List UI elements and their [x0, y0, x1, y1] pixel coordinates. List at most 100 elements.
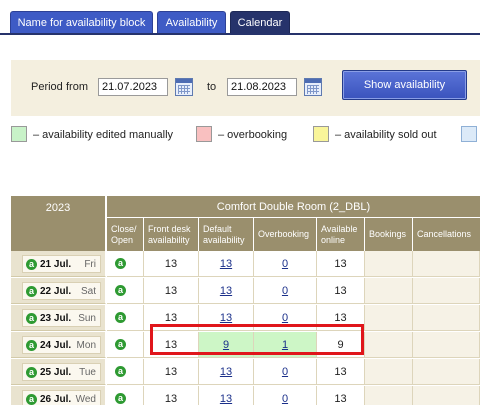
bookings-cell [365, 305, 413, 331]
col-header-line: Front desk [148, 223, 191, 234]
cancellations-cell [413, 251, 480, 277]
date-cell: a 21 Jul. Fri [11, 251, 106, 277]
close-open-cell: a [107, 359, 144, 385]
date-button[interactable]: a 24 Jul. Mon [22, 336, 101, 354]
online-cell: 13 [317, 251, 365, 277]
year-header: 2023 [11, 196, 106, 251]
col-header-line: availability [203, 234, 245, 245]
calendar-to-icon[interactable] [304, 78, 322, 96]
online-cell: 13 [317, 278, 365, 304]
online-cell: 9 [317, 332, 365, 358]
date-button[interactable]: a 22 Jul. Sat [22, 282, 101, 300]
overbooking-cell: 0 [254, 278, 317, 304]
period-label: Period [31, 81, 63, 93]
overbooking-link[interactable]: 0 [282, 312, 288, 324]
date-button[interactable]: a 26 Jul. Wed [22, 390, 101, 405]
open-status-toggle-icon[interactable]: a [115, 258, 126, 269]
tab-calendar[interactable]: Calendar [230, 11, 290, 34]
to-label: to [207, 81, 217, 93]
availability-status-icon: a [26, 285, 37, 297]
date-label: 25 Jul. [40, 366, 72, 378]
col-header-default: Default availability [199, 218, 254, 251]
front-desk-cell: 13 [144, 251, 199, 277]
cancellations-cell [413, 332, 480, 358]
date-label: 23 Jul. [40, 312, 72, 324]
tab-bar: Name for availability block Availability… [0, 0, 480, 36]
col-header-line: Bookings [369, 229, 407, 239]
default-link[interactable]: 13 [220, 312, 232, 324]
col-header-line: Open [111, 234, 134, 245]
legend-swatch-edited [11, 126, 27, 142]
legend-swatch-blue [461, 126, 477, 142]
open-status-toggle-icon[interactable]: a [115, 339, 126, 350]
date-to-input[interactable] [227, 78, 297, 96]
table-row: a 24 Jul. Mon a 13 9 1 9 [11, 332, 480, 359]
weekday-label: Wed [75, 393, 96, 405]
col-header-line: Cancellations [417, 229, 472, 239]
overbooking-link[interactable]: 0 [282, 393, 288, 405]
bookings-cell [365, 359, 413, 385]
table-row: a 21 Jul. Fri a 13 13 0 13 [11, 251, 480, 278]
date-cell: a 23 Jul. Sun [11, 305, 106, 331]
tab-availability-block-name[interactable]: Name for availability block [10, 11, 153, 34]
open-status-toggle-icon[interactable]: a [115, 312, 126, 323]
col-header-front-desk: Front desk availability [144, 218, 199, 251]
table-row: a 22 Jul. Sat a 13 13 0 13 [11, 278, 480, 305]
default-cell: 13 [199, 278, 254, 304]
front-desk-cell: 13 [144, 278, 199, 304]
weekday-label: Mon [76, 339, 96, 351]
overbooking-link[interactable]: 0 [282, 258, 288, 270]
cancellations-cell [413, 305, 480, 331]
calendar-from-icon[interactable] [175, 78, 193, 96]
overbooking-cell: 0 [254, 251, 317, 277]
availability-calendar-table: 2023 Comfort Double Room (2_DBL) Close/ … [11, 196, 480, 405]
availability-status-icon: a [26, 366, 37, 378]
open-status-toggle-icon[interactable]: a [115, 393, 126, 404]
online-cell: 13 [317, 305, 365, 331]
default-cell: 13 [199, 251, 254, 277]
open-status-toggle-icon[interactable]: a [115, 285, 126, 296]
date-cell: a 24 Jul. Mon [11, 332, 106, 358]
overbooking-cell: 1 [254, 332, 317, 358]
legend-label-sold-out: – availability sold out [335, 129, 437, 141]
default-link[interactable]: 13 [220, 285, 232, 297]
date-button[interactable]: a 21 Jul. Fri [22, 255, 101, 273]
show-availability-button[interactable]: Show availability [342, 70, 467, 100]
online-cell: 13 [317, 386, 365, 405]
col-header-line: Close/ [111, 223, 137, 234]
col-header-close-open: Close/ Open [107, 218, 144, 251]
tab-availability[interactable]: Availability [157, 11, 226, 34]
default-link[interactable]: 13 [220, 366, 232, 378]
table-row: a 25 Jul. Tue a 13 13 0 13 [11, 359, 480, 386]
col-header-overbooking: Overbooking [254, 218, 317, 251]
open-status-toggle-icon[interactable]: a [115, 366, 126, 377]
close-open-cell: a [107, 332, 144, 358]
col-header-line: Overbooking [258, 229, 310, 239]
front-desk-cell: 13 [144, 359, 199, 385]
table-row: a 23 Jul. Sun a 13 13 0 13 [11, 305, 480, 332]
date-cell: a 22 Jul. Sat [11, 278, 106, 304]
default-link[interactable]: 13 [220, 393, 232, 405]
front-desk-cell: 13 [144, 332, 199, 358]
date-label: 26 Jul. [40, 393, 72, 405]
close-open-cell: a [107, 386, 144, 405]
date-button[interactable]: a 23 Jul. Sun [22, 309, 101, 327]
overbooking-link[interactable]: 1 [282, 339, 288, 351]
default-link[interactable]: 9 [223, 339, 229, 351]
close-open-cell: a [107, 278, 144, 304]
date-button[interactable]: a 25 Jul. Tue [22, 363, 101, 381]
date-from-input[interactable] [98, 78, 168, 96]
date-label: 24 Jul. [40, 339, 72, 351]
front-desk-cell: 13 [144, 386, 199, 405]
col-header-available-online: Available online [317, 218, 365, 251]
front-desk-cell: 13 [144, 305, 199, 331]
default-link[interactable]: 13 [220, 258, 232, 270]
weekday-label: Fri [84, 258, 96, 270]
default-cell: 13 [199, 305, 254, 331]
overbooking-link[interactable]: 0 [282, 285, 288, 297]
date-label: 22 Jul. [40, 285, 72, 297]
weekday-label: Tue [79, 366, 96, 378]
bookings-cell [365, 278, 413, 304]
overbooking-link[interactable]: 0 [282, 366, 288, 378]
overbooking-cell: 0 [254, 305, 317, 331]
